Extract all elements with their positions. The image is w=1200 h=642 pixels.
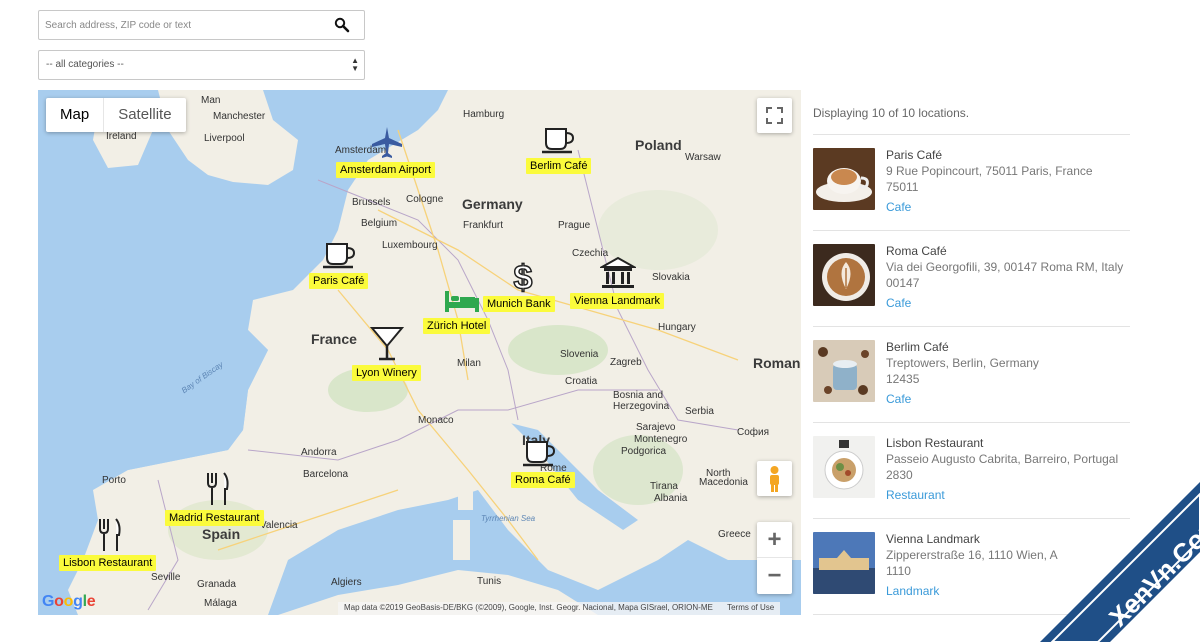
- marker-label: Roma Café: [511, 472, 575, 488]
- location-zip: 12435: [886, 372, 920, 386]
- marker-label: Paris Café: [309, 273, 369, 289]
- marker-label: Madrid Restaurant: [165, 510, 264, 526]
- location-thumbnail: [813, 244, 875, 306]
- location-title: Vienna Landmark: [886, 532, 980, 546]
- svg-text:$: $: [514, 260, 533, 294]
- map-attribution: Map data ©2019 GeoBasis-DE/BKG (©2009), …: [338, 602, 781, 615]
- marker-label: Amsterdam Airport: [336, 162, 436, 178]
- location-category-link[interactable]: Restaurant: [886, 487, 1130, 503]
- terms-of-use-link[interactable]: Terms of Use: [727, 603, 774, 612]
- locations-count: Displaying 10 of 10 locations.: [813, 106, 1130, 135]
- location-thumbnail: [813, 436, 875, 498]
- landmark-icon: [600, 256, 636, 288]
- location-category-link[interactable]: Cafe: [886, 295, 1130, 311]
- cocktail-glass-icon: [370, 327, 404, 361]
- location-thumbnail: [813, 340, 875, 402]
- zoom-in-button[interactable]: +: [757, 522, 792, 558]
- location-thumbnail: [813, 532, 875, 594]
- google-logo: Google: [42, 593, 96, 610]
- pegman-icon: [770, 466, 779, 492]
- location-item[interactable]: Roma Café Via dei Georgofili, 39, 00147 …: [813, 231, 1130, 327]
- fork-knife-icon: [99, 518, 121, 551]
- street-view-pegman-button[interactable]: [757, 461, 792, 496]
- location-category-link[interactable]: Landmark: [886, 583, 1130, 599]
- location-item[interactable]: Berlim Café Treptowers, Berlin, Germany …: [813, 327, 1130, 423]
- location-title: Lisbon Restaurant: [886, 436, 984, 450]
- coffee-cup-icon: [523, 441, 556, 467]
- location-zip: 75011: [886, 180, 919, 194]
- coffee-cup-icon: [542, 128, 575, 154]
- attribution-text: Map data ©2019 GeoBasis-DE/BKG (©2009), …: [344, 603, 713, 612]
- zoom-control: + −: [757, 522, 792, 594]
- search-box: [38, 10, 365, 40]
- location-category-link[interactable]: Cafe: [886, 391, 1130, 407]
- map[interactable]: Man Ireland Manchester Liverpool Hamburg…: [38, 90, 801, 615]
- category-select[interactable]: -- all categories -- ▲ ▼: [38, 50, 365, 80]
- location-zip: 1110: [886, 564, 911, 578]
- marker-label: Zürich Hotel: [423, 318, 491, 334]
- location-title: Paris Café: [886, 148, 943, 162]
- marker-label: Berlim Café: [526, 158, 592, 174]
- bed-icon: [445, 291, 479, 312]
- airplane-icon: [372, 127, 402, 158]
- fork-knife-icon: [207, 472, 229, 505]
- location-zip: 2830: [886, 468, 913, 482]
- select-arrows-icon: ▲ ▼: [351, 56, 359, 73]
- coffee-cup-icon: [323, 243, 356, 269]
- minus-icon: −: [767, 562, 782, 589]
- fullscreen-icon: [766, 107, 783, 124]
- location-item[interactable]: Vienna Landmark Zipperer­straße 16, 1110…: [813, 519, 1130, 615]
- location-item[interactable]: Lisbon Restaurant Passeio Augusto Cabrit…: [813, 423, 1130, 519]
- location-address: Treptowers, Berlin, Germany: [886, 356, 1039, 370]
- marker-label: Lisbon Restaurant: [59, 555, 157, 571]
- location-address: Passeio Augusto Cabrita, Barreiro, Portu…: [886, 452, 1119, 466]
- search-input[interactable]: [39, 11, 319, 39]
- dollar-icon: $: [513, 260, 534, 294]
- map-type-control: Map Satellite: [46, 98, 186, 132]
- location-title: Roma Café: [886, 244, 947, 258]
- location-thumbnail: [813, 148, 875, 210]
- plus-icon: +: [767, 525, 782, 553]
- marker-label: Munich Bank: [483, 296, 555, 312]
- zoom-out-button[interactable]: −: [757, 558, 792, 594]
- map-type-satellite-button[interactable]: Satellite: [103, 98, 185, 132]
- location-category-link[interactable]: Cafe: [886, 199, 1130, 215]
- location-title: Berlim Café: [886, 340, 949, 354]
- location-address: 9 Rue Popincourt, 75011 Paris, France: [886, 164, 1093, 178]
- marker-label: Vienna Landmark: [570, 293, 665, 309]
- location-item[interactable]: Paris Café 9 Rue Popincourt, 75011 Paris…: [813, 135, 1130, 231]
- search-icon[interactable]: [334, 17, 350, 33]
- locations-panel: Displaying 10 of 10 locations. Paris Caf…: [813, 90, 1130, 615]
- marker-label: Lyon Winery: [352, 365, 421, 381]
- map-type-map-button[interactable]: Map: [46, 98, 103, 132]
- location-address: Via dei Georgofili, 39, 00147 Roma RM, I…: [886, 260, 1124, 274]
- location-zip: 00147: [886, 276, 920, 290]
- category-select-value: -- all categories --: [46, 59, 124, 70]
- fullscreen-button[interactable]: [757, 98, 792, 133]
- location-address: Zipperer­straße 16, 1110 Wien, A: [886, 548, 1058, 562]
